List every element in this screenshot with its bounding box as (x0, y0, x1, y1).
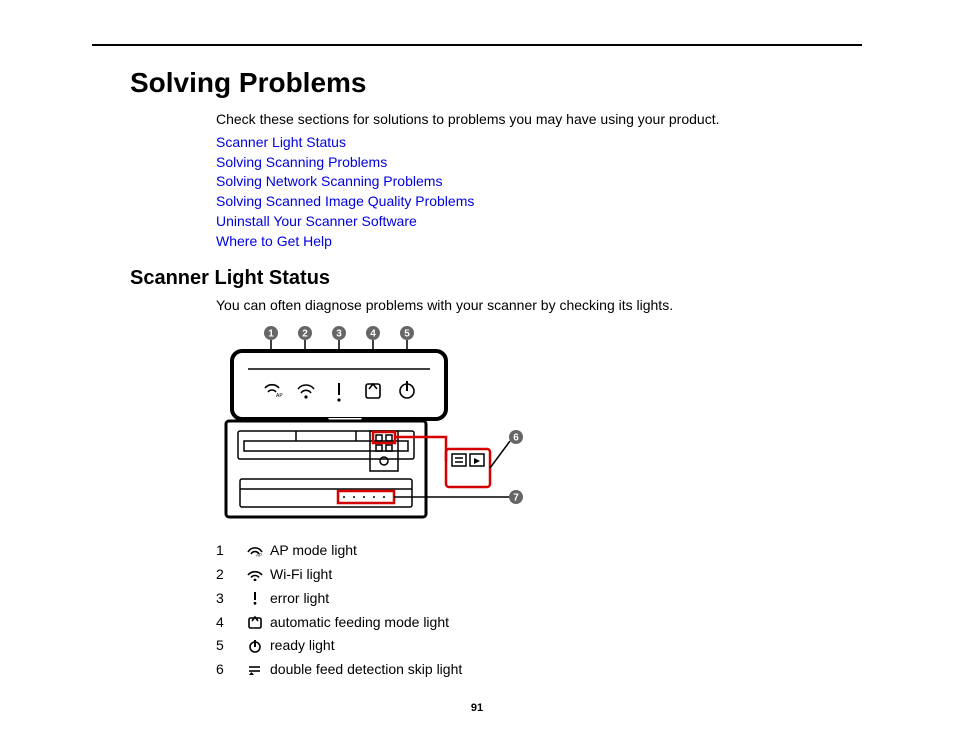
dfd-skip-icon (244, 663, 266, 677)
link-solving-network-scanning-problems[interactable]: Solving Network Scanning Problems (216, 172, 836, 191)
legend-num: 5 (216, 636, 244, 655)
callout-1: 1 (268, 328, 274, 339)
link-scanner-light-status[interactable]: Scanner Light Status (216, 133, 836, 152)
legend-label: double feed detection skip light (270, 660, 462, 679)
page-title: Solving Problems (130, 64, 862, 102)
legend-label: automatic feeding mode light (270, 613, 449, 632)
svg-text:AP: AP (276, 393, 283, 399)
callout-6: 6 (513, 432, 519, 443)
scanner-lights-diagram: 1 2 3 4 5 AP (216, 321, 538, 531)
legend-num: 4 (216, 613, 244, 632)
legend-num: 2 (216, 565, 244, 584)
link-solving-scanned-image-quality[interactable]: Solving Scanned Image Quality Problems (216, 192, 836, 211)
legend-row: 4 automatic feeding mode light (216, 613, 836, 632)
callout-7: 7 (513, 492, 519, 503)
legend-row: 5 ready light (216, 636, 836, 655)
section-intro: You can often diagnose problems with you… (216, 296, 836, 315)
link-uninstall-scanner-software[interactable]: Uninstall Your Scanner Software (216, 212, 836, 231)
legend-label: AP mode light (270, 541, 357, 560)
section-heading: Scanner Light Status (130, 265, 862, 292)
page-number: 91 (0, 701, 954, 716)
legend-num: 1 (216, 541, 244, 560)
legend-label: error light (270, 589, 329, 608)
link-where-to-get-help[interactable]: Where to Get Help (216, 232, 836, 251)
legend-num: 3 (216, 589, 244, 608)
legend-row: 2 Wi-Fi light (216, 565, 836, 584)
callout-3: 3 (336, 328, 342, 339)
legend-row: 6 double feed detection skip light (216, 660, 836, 679)
callout-2: 2 (302, 328, 308, 339)
ready-icon (244, 639, 266, 653)
link-solving-scanning-problems[interactable]: Solving Scanning Problems (216, 153, 836, 172)
legend-list: 1 AP AP mode light 2 Wi-Fi light 3 error… (216, 541, 836, 679)
intro-text: Check these sections for solutions to pr… (216, 110, 836, 129)
legend-num: 6 (216, 660, 244, 679)
legend-label: ready light (270, 636, 335, 655)
legend-row: 3 error light (216, 589, 836, 608)
top-rule (92, 44, 862, 46)
link-list: Scanner Light Status Solving Scanning Pr… (216, 133, 836, 251)
legend-row: 1 AP AP mode light (216, 541, 836, 560)
legend-label: Wi-Fi light (270, 565, 332, 584)
svg-text:AP: AP (256, 553, 262, 558)
error-icon (244, 591, 266, 605)
callout-5: 5 (404, 328, 410, 339)
wifi-icon (244, 567, 266, 581)
ap-mode-icon: AP (244, 543, 266, 557)
callout-4: 4 (370, 328, 376, 339)
afm-icon (244, 615, 266, 629)
